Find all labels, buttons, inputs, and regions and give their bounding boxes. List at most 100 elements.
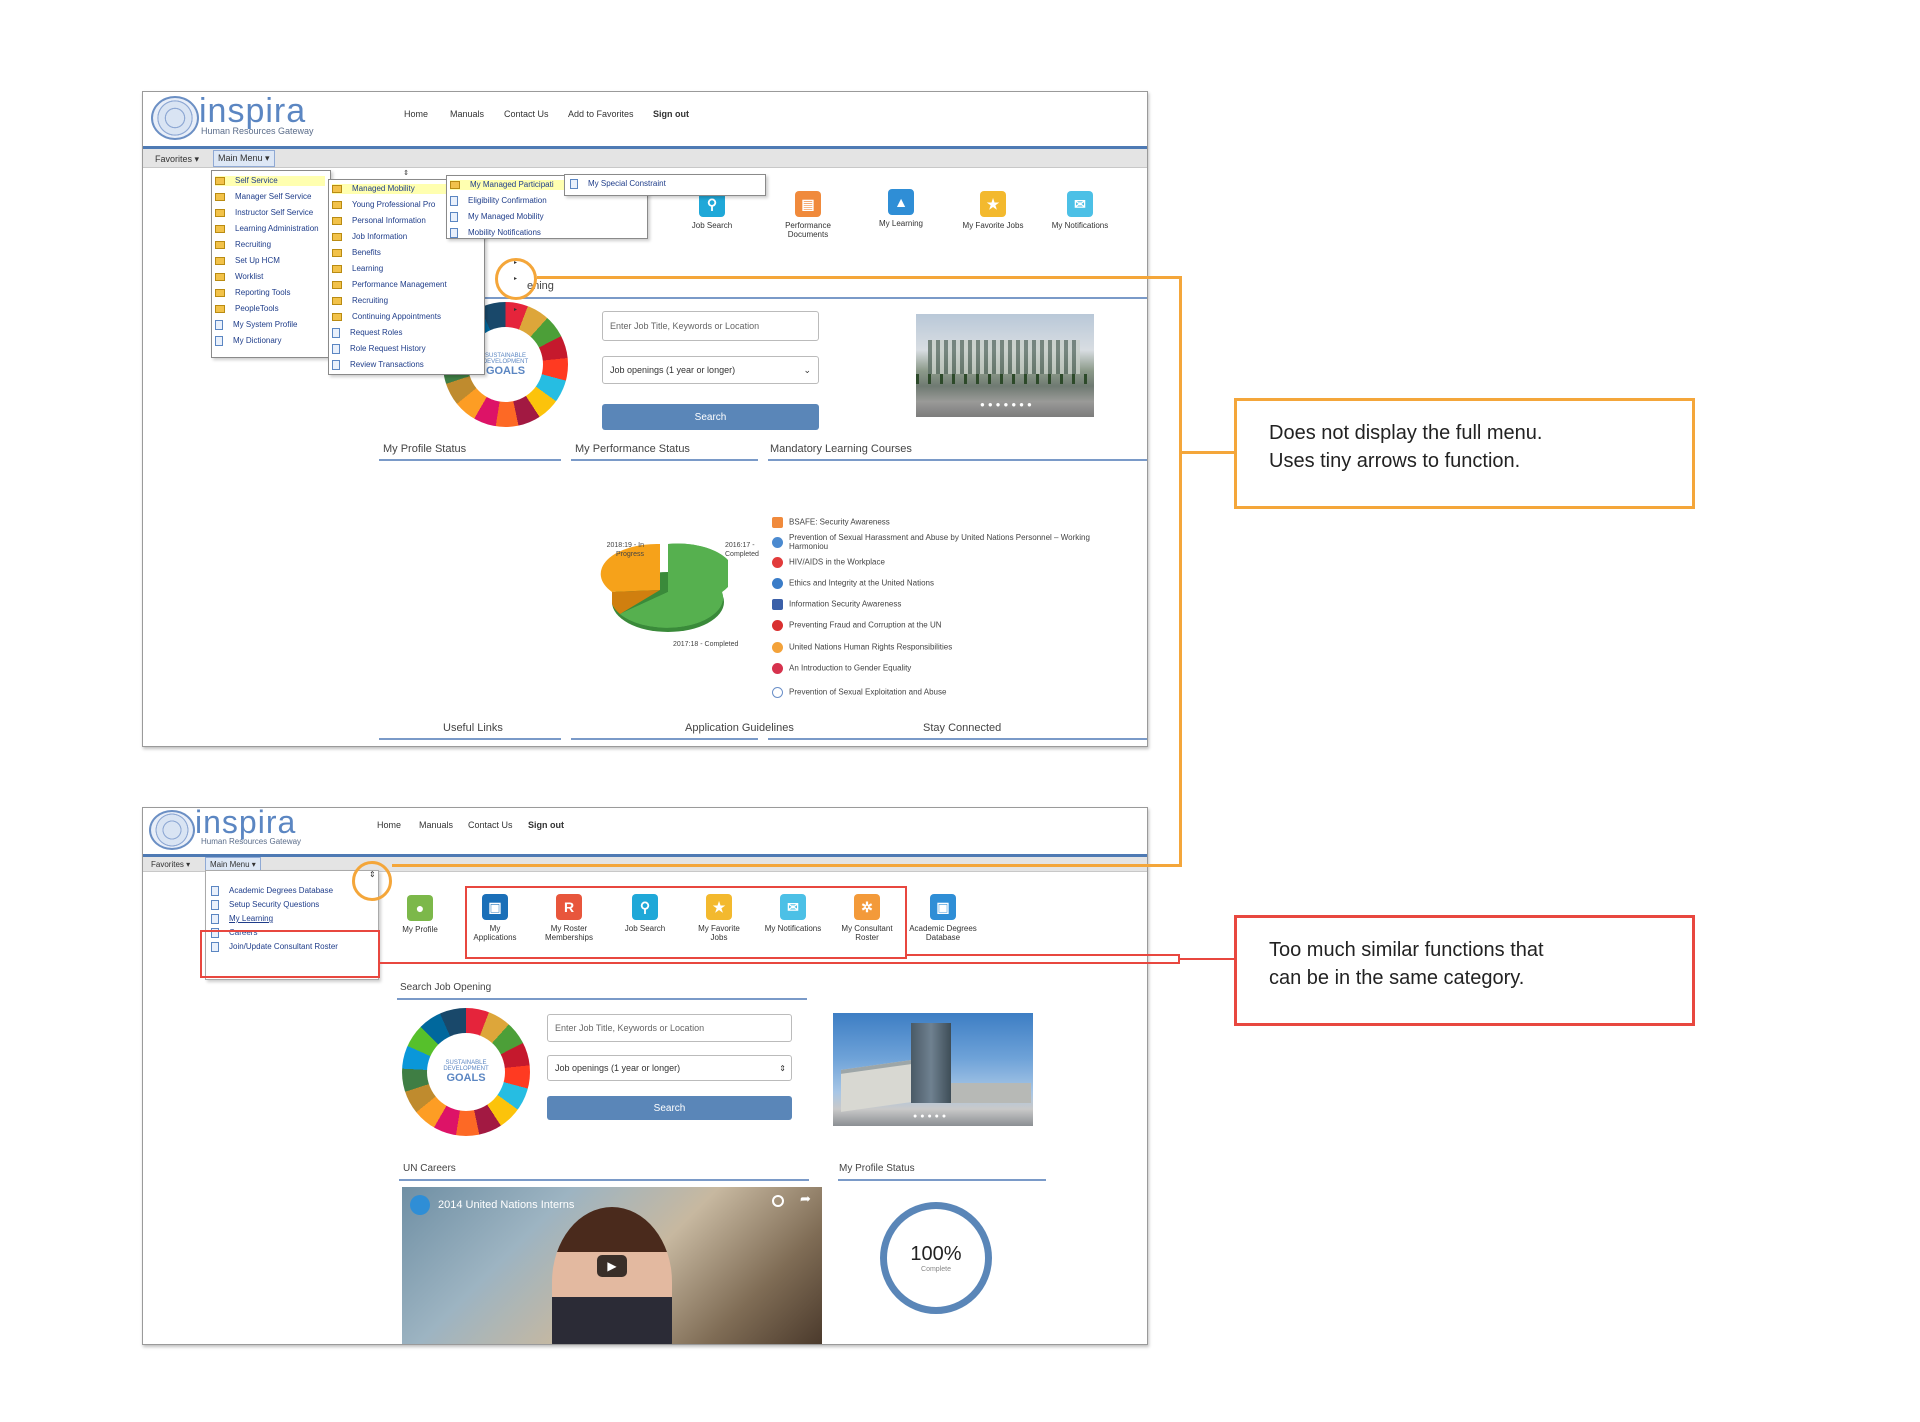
course-item[interactable]: Information Security Awareness [772,599,901,610]
tile-job-search[interactable]: ⚲ Job Search [672,191,752,230]
tile-my-learning[interactable]: ▲ My Learning [861,189,941,228]
tile-label: Performance Documents [785,221,831,239]
tile-label: My Notifications [1051,221,1109,230]
job-type-select[interactable]: Job openings (1 year or longer) ⌄ [602,356,819,384]
nav-manuals[interactable]: Manuals [450,109,484,119]
institution-icon: ▣ [930,894,956,920]
useful-underline [379,738,561,740]
menu-item[interactable]: Recruiting [215,240,271,250]
search-button[interactable]: Search [547,1096,792,1120]
menu-item-special-constraint[interactable]: My Special Constraint [570,179,666,189]
course-item[interactable]: BSAFE: Security Awareness [772,517,890,528]
menu-scroll-arrow[interactable]: ⇕ [401,169,411,179]
menu-item[interactable]: PeopleTools [215,304,279,314]
document-icon [570,179,578,189]
menu-item[interactable]: Benefits [332,248,381,258]
menu-item[interactable]: Personal Information [332,216,426,226]
useful-links-title: Useful Links [443,722,503,734]
hands-icon [772,536,783,548]
course-item[interactable]: An Introduction to Gender Equality [772,663,911,674]
menu-item[interactable]: Learning [332,264,383,274]
document-icon [211,886,219,896]
menu-item[interactable]: Review Transactions [332,360,424,370]
course-item[interactable]: Ethics and Integrity at the United Natio… [772,578,934,589]
un-emblem-icon [151,96,199,140]
un-careers-title: UN Careers [403,1163,456,1174]
search-job-opening-title: Search Job Opening [400,982,492,993]
menu-item[interactable]: Performance Management [332,280,447,290]
course-item[interactable]: Prevention of Sexual Exploitation and Ab… [772,687,946,698]
menu-item[interactable]: Recruiting [332,296,388,306]
mandatory-courses-title: Mandatory Learning Courses [770,443,912,455]
menu-item[interactable]: Worklist [215,272,263,282]
course-item[interactable]: Prevention of Sexual Harassment and Abus… [772,533,1147,551]
folder-icon [215,240,225,249]
my-profile-status-title: My Profile Status [839,1163,915,1174]
nav-contact-us[interactable]: Contact Us [504,109,549,119]
menu-item[interactable]: Set Up HCM [215,256,280,266]
tile-my-favorite-jobs[interactable]: ★ My Favorite Jobs [953,191,1033,230]
nav-home[interactable]: Home [404,109,428,119]
menu-item[interactable]: Learning Administration [215,224,319,234]
careers-video[interactable]: 2014 United Nations Interns ➦ ▶ [402,1187,822,1344]
folder-icon [215,208,225,217]
document-icon [332,360,340,370]
search-button[interactable]: Search [602,404,819,430]
job-type-select[interactable]: Job openings (1 year or longer) ⇕ [547,1055,792,1081]
menu-item[interactable]: Job Information [332,232,407,242]
share-icon[interactable]: ➦ [800,1191,811,1207]
menu-item[interactable]: My Managed Participati [450,180,564,190]
menu-item[interactable]: Reporting Tools [215,288,290,298]
favorites-menu-button[interactable]: Favorites ▾ [151,152,203,167]
menu-item[interactable]: Setup Security Questions [211,900,319,910]
menu-item[interactable]: Continuing Appointments [332,312,441,322]
job-search-input[interactable]: Enter Job Title, Keywords or Location [602,311,819,341]
menu-item[interactable]: Academic Degrees Database [211,886,333,896]
menu-item[interactable]: Young Professional Pro [332,200,435,210]
menu-item[interactable]: Role Request History [332,344,426,354]
document-icon [215,320,223,330]
annotation-line-2: can be in the same category. [1269,967,1525,989]
menu-item[interactable]: My System Profile [215,320,297,330]
people-icon [772,642,783,653]
carousel-dots[interactable]: ●●●●●●● [980,400,1035,409]
course-item[interactable]: Preventing Fraud and Corruption at the U… [772,620,942,631]
menu-item[interactable]: My Dictionary [215,336,281,346]
carousel-dots[interactable]: ●●●●● [913,1113,949,1120]
course-item[interactable]: United Nations Human Rights Responsibili… [772,642,952,653]
search-underline [397,998,807,1000]
menu-item[interactable]: My Learning [211,914,273,924]
document-icon [332,328,340,338]
play-button[interactable]: ▶ [597,1255,627,1277]
menu-item[interactable]: Request Roles [332,328,402,338]
nav-contact-us[interactable]: Contact Us [468,820,513,830]
nav-add-favorites[interactable]: Add to Favorites [568,109,634,119]
nav-home[interactable]: Home [377,820,401,830]
menu-item[interactable]: Mobility Notifications [450,228,541,238]
clock-icon[interactable] [772,1195,784,1207]
course-item[interactable]: HIV/AIDS in the Workplace [772,557,885,568]
tile-academic-degrees[interactable]: ▣ Academic Degrees Database [903,894,983,942]
chevron-down-icon: ⌄ [803,364,811,375]
tile-performance-documents[interactable]: ▤ Performance Documents [768,191,848,239]
submenu-arrow-icon[interactable]: ▸ [514,306,517,313]
job-search-input[interactable]: Enter Job Title, Keywords or Location [547,1014,792,1042]
nav-manuals[interactable]: Manuals [419,820,453,830]
connected-underline [768,738,1147,740]
main-menu-button[interactable]: Main Menu ▾ [213,150,275,167]
tile-my-notifications[interactable]: ✉ My Notifications [1040,191,1120,230]
menu-item-self-service[interactable]: Self Service [215,176,325,186]
tile-label: My Profile [402,925,438,934]
video-title: 2014 United Nations Interns [438,1199,575,1211]
nav-sign-out[interactable]: Sign out [528,820,564,830]
menu-item[interactable]: My Managed Mobility [450,212,544,222]
un-hq-photo: ●●●●● [833,1013,1033,1126]
menu-item[interactable]: Eligibility Confirmation [450,196,547,206]
highlight-box-menu [200,930,380,978]
nav-sign-out[interactable]: Sign out [653,109,689,119]
tile-my-profile[interactable]: ● My Profile [380,895,460,934]
menu-item[interactable]: Manager Self Service [215,192,311,202]
favorites-menu-button[interactable]: Favorites ▾ [147,858,194,871]
tile-label: Academic Degrees Database [909,924,977,942]
menu-item[interactable]: Instructor Self Service [215,208,313,218]
